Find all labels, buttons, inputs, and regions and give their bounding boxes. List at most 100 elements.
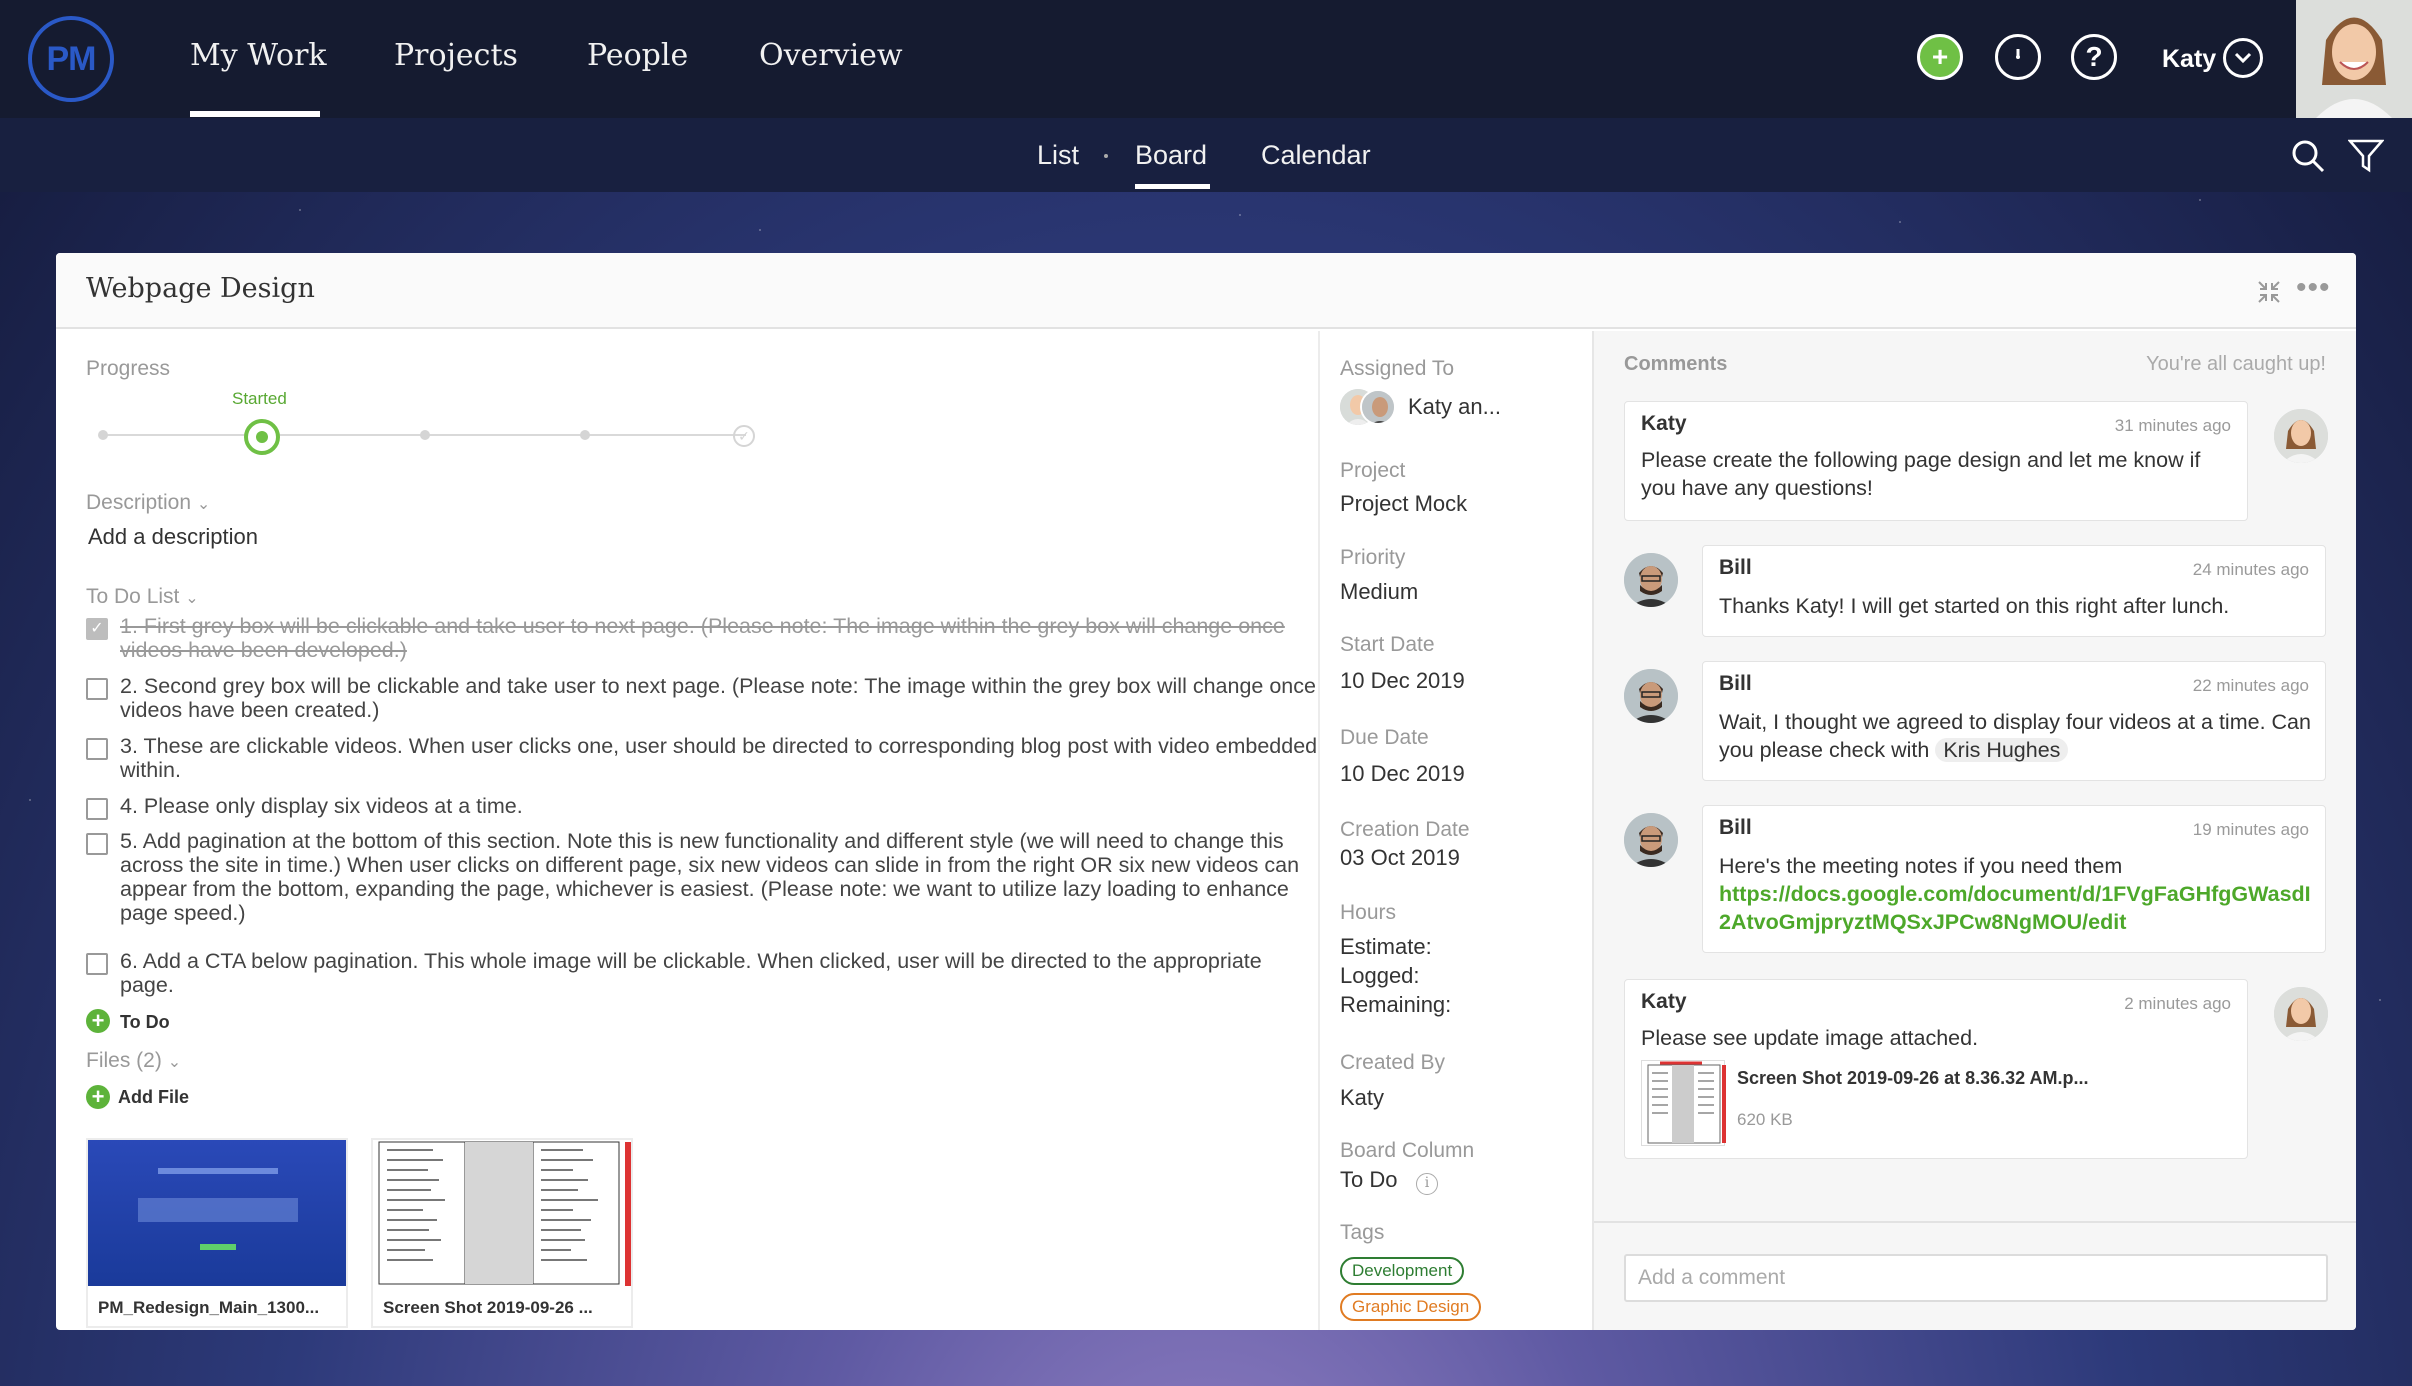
progress-step-current[interactable] xyxy=(244,419,280,455)
creation-date-label: Creation Date xyxy=(1340,818,1470,841)
view-calendar[interactable]: Calendar xyxy=(1261,140,1371,171)
comment-card: Bill 24 minutes ago Thanks Katy! I will … xyxy=(1702,545,2326,637)
divider xyxy=(1594,1221,2356,1223)
view-list[interactable]: List xyxy=(1037,140,1079,171)
comment-text: Wait, I thought we agreed to display fou… xyxy=(1719,708,2319,764)
nav-people[interactable]: People xyxy=(587,38,688,73)
tags-label: Tags xyxy=(1340,1221,1385,1244)
active-nav-indicator xyxy=(190,111,320,117)
file-preview-image xyxy=(373,1140,631,1286)
created-by-label: Created By xyxy=(1340,1051,1446,1074)
assignee-avatars[interactable] xyxy=(1340,389,1396,429)
top-nav: PM My Work Projects People Overview + ? … xyxy=(0,0,2412,118)
logged-label: Logged: xyxy=(1340,963,1420,988)
comment-card: Bill 22 minutes ago Wait, I thought we a… xyxy=(1702,661,2326,781)
comment-author: Bill xyxy=(1719,556,1752,579)
add-comment-input[interactable]: Add a comment xyxy=(1624,1254,2328,1302)
estimate-label: Estimate: xyxy=(1340,934,1432,959)
comment-text: Thanks Katy! I will get started on this … xyxy=(1719,594,2230,618)
todo-list-toggle[interactable]: To Do List ⌄ xyxy=(86,585,199,609)
separator-dot xyxy=(1104,154,1108,158)
comment-author: Bill xyxy=(1719,816,1752,839)
collapse-icon[interactable] xyxy=(2256,279,2282,312)
comment-text: Here's the meeting notes if you need the… xyxy=(1719,854,2123,878)
timer-icon[interactable] xyxy=(1995,34,2041,80)
task-title[interactable]: Webpage Design xyxy=(86,273,315,304)
comment-card: Katy 2 minutes ago Please see update ima… xyxy=(1624,979,2248,1159)
comment-time: 31 minutes ago xyxy=(2114,416,2231,435)
comment-text: Please create the following page design … xyxy=(1641,448,2201,500)
description-value[interactable]: Add a description xyxy=(88,524,258,550)
comments-panel: Comments You're all caught up! Katy 31 m… xyxy=(1592,331,2356,1330)
comments-status: You're all caught up! xyxy=(2146,353,2326,375)
comment-card: Bill 19 minutes ago Here's the meeting n… xyxy=(1702,805,2326,953)
board-column-label: Board Column xyxy=(1340,1139,1475,1162)
chevron-down-icon[interactable] xyxy=(2223,38,2263,78)
avatar xyxy=(2274,409,2328,463)
comment-card: Katy 31 minutes ago Please create the fo… xyxy=(1624,401,2248,521)
comment-time: 22 minutes ago xyxy=(2192,676,2309,695)
file-name: Screen Shot 2019-09-26 ... xyxy=(383,1298,593,1317)
user-name[interactable]: Katy xyxy=(2162,45,2216,74)
start-date-label: Start Date xyxy=(1340,633,1435,656)
avatar xyxy=(2274,987,2328,1041)
nav-overview[interactable]: Overview xyxy=(759,38,903,73)
comment-text: Please see update image attached. xyxy=(1641,1026,1979,1050)
progress-complete-check-icon[interactable]: ✓ xyxy=(733,425,755,447)
add-plus-icon[interactable]: + xyxy=(1917,34,1963,80)
hours-label: Hours xyxy=(1340,901,1397,924)
board-column-value[interactable]: To Do xyxy=(1340,1167,1397,1193)
assigned-value[interactable]: Katy an... xyxy=(1408,394,1501,420)
progress-step[interactable] xyxy=(420,430,430,440)
progress-step[interactable] xyxy=(98,430,108,440)
remaining-label: Remaining: xyxy=(1340,992,1452,1017)
pm-logo[interactable]: PM xyxy=(28,16,114,102)
comment-author: Katy xyxy=(1641,990,1687,1013)
avatar xyxy=(1360,389,1396,425)
due-date-label: Due Date xyxy=(1340,726,1429,749)
user-avatar[interactable] xyxy=(2296,0,2412,118)
help-icon[interactable]: ? xyxy=(2071,34,2117,80)
file-name: PM_Redesign_Main_1300... xyxy=(98,1298,320,1317)
tag-graphic-design[interactable]: Graphic Design xyxy=(1340,1293,1482,1321)
attachment-thumbnail[interactable] xyxy=(1641,1060,1726,1146)
created-by-value: Katy xyxy=(1340,1085,1385,1110)
comment-author: Katy xyxy=(1641,412,1687,435)
due-date-value[interactable]: 10 Dec 2019 xyxy=(1340,761,1465,787)
avatar xyxy=(1624,669,1678,723)
file-preview-image xyxy=(88,1140,346,1286)
assigned-label: Assigned To xyxy=(1340,357,1455,380)
search-icon[interactable] xyxy=(2290,138,2326,179)
more-options-icon[interactable]: ••• xyxy=(2296,271,2331,305)
creation-date-value: 03 Oct 2019 xyxy=(1340,845,1460,870)
tag-development[interactable]: Development xyxy=(1340,1257,1465,1285)
mention-tag[interactable]: Kris Hughes xyxy=(1935,738,2069,762)
description-label: Description xyxy=(86,491,192,514)
comment-time: 24 minutes ago xyxy=(2192,560,2309,579)
avatar xyxy=(1624,813,1678,867)
comment-time: 19 minutes ago xyxy=(2192,820,2309,839)
nav-my-work[interactable]: My Work xyxy=(190,38,327,73)
avatar xyxy=(1624,553,1678,607)
description-toggle[interactable]: Description ⌄ xyxy=(86,491,210,515)
progress-current-label: Started xyxy=(232,389,287,408)
progress-step[interactable] xyxy=(580,430,590,440)
sub-nav: List Board Calendar xyxy=(0,118,2412,192)
nav-projects[interactable]: Projects xyxy=(394,38,518,73)
panel-header: Webpage Design ••• xyxy=(56,253,2356,329)
comments-label: Comments xyxy=(1624,353,1728,375)
file-thumbnail[interactable]: Screen Shot 2019-09-26 ... xyxy=(371,1138,633,1328)
file-thumbnail[interactable]: PM_Redesign_Main_1300... xyxy=(86,1138,348,1328)
project-value[interactable]: Project Mock xyxy=(1340,491,1467,517)
priority-label: Priority xyxy=(1340,546,1406,569)
attachment-name[interactable]: Screen Shot 2019-09-26 at 8.36.32 AM.p..… xyxy=(1737,1068,2089,1089)
priority-value[interactable]: Medium xyxy=(1340,579,1418,605)
comment-author: Bill xyxy=(1719,672,1752,695)
info-icon[interactable]: i xyxy=(1416,1173,1438,1195)
comment-time: 2 minutes ago xyxy=(2124,994,2231,1013)
start-date-value[interactable]: 10 Dec 2019 xyxy=(1340,668,1465,694)
comment-link[interactable]: https://docs.google.com/document/d/1FVgF… xyxy=(1719,880,2319,936)
view-board[interactable]: Board xyxy=(1135,140,1207,171)
chevron-down-icon: ⌄ xyxy=(196,496,211,513)
filter-icon[interactable] xyxy=(2347,138,2385,179)
